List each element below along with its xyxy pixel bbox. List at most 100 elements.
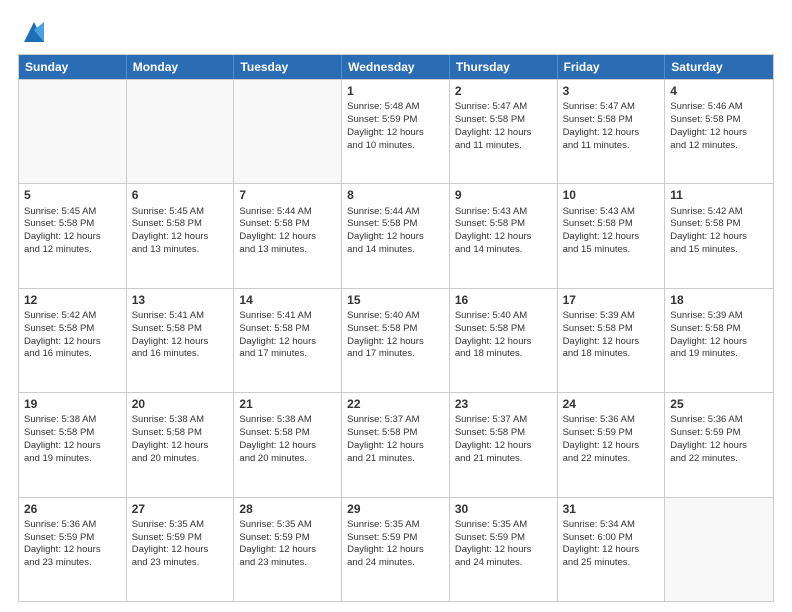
- day-number: 28: [239, 501, 336, 517]
- calendar-header-row: SundayMondayTuesdayWednesdayThursdayFrid…: [19, 55, 773, 79]
- cal-cell: 12 Sunrise: 5:42 AM Sunset: 5:58 PM Dayli…: [19, 289, 127, 392]
- day-info: Sunrise: 5:42 AM Sunset: 5:58 PM Dayligh…: [670, 206, 747, 255]
- logo: [18, 18, 48, 46]
- logo-icon: [20, 18, 48, 46]
- day-info: Sunrise: 5:47 AM Sunset: 5:58 PM Dayligh…: [563, 101, 640, 150]
- calendar: SundayMondayTuesdayWednesdayThursdayFrid…: [18, 54, 774, 602]
- day-number: 11: [670, 187, 768, 203]
- day-number: 10: [563, 187, 660, 203]
- day-number: 26: [24, 501, 121, 517]
- cal-cell: 5 Sunrise: 5:45 AM Sunset: 5:58 PM Daylig…: [19, 184, 127, 287]
- day-info: Sunrise: 5:45 AM Sunset: 5:58 PM Dayligh…: [132, 206, 209, 255]
- day-info: Sunrise: 5:42 AM Sunset: 5:58 PM Dayligh…: [24, 310, 101, 359]
- day-info: Sunrise: 5:45 AM Sunset: 5:58 PM Dayligh…: [24, 206, 101, 255]
- cal-cell: [19, 80, 127, 183]
- day-info: Sunrise: 5:39 AM Sunset: 5:58 PM Dayligh…: [670, 310, 747, 359]
- cal-cell: 21 Sunrise: 5:38 AM Sunset: 5:58 PM Dayli…: [234, 393, 342, 496]
- day-info: Sunrise: 5:39 AM Sunset: 5:58 PM Dayligh…: [563, 310, 640, 359]
- col-header-sunday: Sunday: [19, 55, 127, 79]
- col-header-friday: Friday: [558, 55, 666, 79]
- day-info: Sunrise: 5:35 AM Sunset: 5:59 PM Dayligh…: [347, 519, 424, 568]
- day-info: Sunrise: 5:44 AM Sunset: 5:58 PM Dayligh…: [347, 206, 424, 255]
- cal-cell: 15Sunrise: 5:40 AM Sunset: 5:58 PM Dayli…: [342, 289, 450, 392]
- cal-cell: 18 Sunrise: 5:39 AM Sunset: 5:58 PM Dayli…: [665, 289, 773, 392]
- day-info: Sunrise: 5:44 AM Sunset: 5:58 PM Dayligh…: [239, 206, 316, 255]
- cal-cell: 23 Sunrise: 5:37 AM Sunset: 5:58 PM Dayli…: [450, 393, 558, 496]
- day-number: 7: [239, 187, 336, 203]
- day-number: 18: [670, 292, 768, 308]
- day-number: 5: [24, 187, 121, 203]
- day-info: Sunrise: 5:36 AM Sunset: 5:59 PM Dayligh…: [670, 414, 747, 463]
- cal-row-3: 12 Sunrise: 5:42 AM Sunset: 5:58 PM Dayli…: [19, 288, 773, 392]
- cal-row-4: 19Sunrise: 5:38 AM Sunset: 5:58 PM Dayli…: [19, 392, 773, 496]
- day-number: 2: [455, 83, 552, 99]
- day-info: Sunrise: 5:46 AM Sunset: 5:58 PM Dayligh…: [670, 101, 747, 150]
- col-header-wednesday: Wednesday: [342, 55, 450, 79]
- page: SundayMondayTuesdayWednesdayThursdayFrid…: [0, 0, 792, 612]
- col-header-monday: Monday: [127, 55, 235, 79]
- cal-cell: 30 Sunrise: 5:35 AM Sunset: 5:59 PM Dayli…: [450, 498, 558, 601]
- day-number: 6: [132, 187, 229, 203]
- day-info: Sunrise: 5:40 AM Sunset: 5:58 PM Dayligh…: [455, 310, 532, 359]
- day-number: 25: [670, 396, 768, 412]
- cal-cell: 2 Sunrise: 5:47 AM Sunset: 5:58 PM Daylig…: [450, 80, 558, 183]
- calendar-body: 1 Sunrise: 5:48 AM Sunset: 5:59 PM Daylig…: [19, 79, 773, 601]
- day-info: Sunrise: 5:38 AM Sunset: 5:58 PM Dayligh…: [239, 414, 316, 463]
- cal-cell: 28 Sunrise: 5:35 AM Sunset: 5:59 PM Dayli…: [234, 498, 342, 601]
- day-number: 8: [347, 187, 444, 203]
- cal-cell: 1 Sunrise: 5:48 AM Sunset: 5:59 PM Daylig…: [342, 80, 450, 183]
- day-number: 23: [455, 396, 552, 412]
- cal-cell: 16 Sunrise: 5:40 AM Sunset: 5:58 PM Dayli…: [450, 289, 558, 392]
- day-info: Sunrise: 5:34 AM Sunset: 6:00 PM Dayligh…: [563, 519, 640, 568]
- day-number: 22: [347, 396, 444, 412]
- cal-row-1: 1 Sunrise: 5:48 AM Sunset: 5:59 PM Daylig…: [19, 79, 773, 183]
- day-number: 14: [239, 292, 336, 308]
- cal-cell: 27Sunrise: 5:35 AM Sunset: 5:59 PM Dayli…: [127, 498, 235, 601]
- cal-cell: 29 Sunrise: 5:35 AM Sunset: 5:59 PM Dayli…: [342, 498, 450, 601]
- cal-cell: 24Sunrise: 5:36 AM Sunset: 5:59 PM Dayli…: [558, 393, 666, 496]
- day-info: Sunrise: 5:35 AM Sunset: 5:59 PM Dayligh…: [239, 519, 316, 568]
- cal-cell: 14 Sunrise: 5:41 AM Sunset: 5:58 PM Dayli…: [234, 289, 342, 392]
- cal-cell: 13 Sunrise: 5:41 AM Sunset: 5:58 PM Dayli…: [127, 289, 235, 392]
- cal-cell: 31 Sunrise: 5:34 AM Sunset: 6:00 PM Dayli…: [558, 498, 666, 601]
- cal-cell: 17 Sunrise: 5:39 AM Sunset: 5:58 PM Dayli…: [558, 289, 666, 392]
- day-number: 17: [563, 292, 660, 308]
- day-info: Sunrise: 5:41 AM Sunset: 5:58 PM Dayligh…: [239, 310, 316, 359]
- cal-cell: 6 Sunrise: 5:45 AM Sunset: 5:58 PM Daylig…: [127, 184, 235, 287]
- day-number: 15: [347, 292, 444, 308]
- day-number: 1: [347, 83, 444, 99]
- cal-cell: 26 Sunrise: 5:36 AM Sunset: 5:59 PM Dayli…: [19, 498, 127, 601]
- day-number: 16: [455, 292, 552, 308]
- cal-cell: 10 Sunrise: 5:43 AM Sunset: 5:58 PM Dayli…: [558, 184, 666, 287]
- cal-cell: 8 Sunrise: 5:44 AM Sunset: 5:58 PM Daylig…: [342, 184, 450, 287]
- day-number: 9: [455, 187, 552, 203]
- cal-cell: 20Sunrise: 5:38 AM Sunset: 5:58 PM Dayli…: [127, 393, 235, 496]
- col-header-saturday: Saturday: [665, 55, 773, 79]
- cal-cell: [665, 498, 773, 601]
- day-number: 30: [455, 501, 552, 517]
- day-info: Sunrise: 5:37 AM Sunset: 5:58 PM Dayligh…: [455, 414, 532, 463]
- day-number: 13: [132, 292, 229, 308]
- col-header-thursday: Thursday: [450, 55, 558, 79]
- day-info: Sunrise: 5:38 AM Sunset: 5:58 PM Dayligh…: [24, 414, 101, 463]
- cal-cell: 22Sunrise: 5:37 AM Sunset: 5:58 PM Dayli…: [342, 393, 450, 496]
- cal-row-5: 26 Sunrise: 5:36 AM Sunset: 5:59 PM Dayli…: [19, 497, 773, 601]
- day-info: Sunrise: 5:43 AM Sunset: 5:58 PM Dayligh…: [563, 206, 640, 255]
- day-info: Sunrise: 5:48 AM Sunset: 5:59 PM Dayligh…: [347, 101, 424, 150]
- day-number: 29: [347, 501, 444, 517]
- day-number: 3: [563, 83, 660, 99]
- day-info: Sunrise: 5:36 AM Sunset: 5:59 PM Dayligh…: [563, 414, 640, 463]
- day-info: Sunrise: 5:47 AM Sunset: 5:58 PM Dayligh…: [455, 101, 532, 150]
- cal-cell: 3 Sunrise: 5:47 AM Sunset: 5:58 PM Daylig…: [558, 80, 666, 183]
- day-number: 20: [132, 396, 229, 412]
- day-number: 12: [24, 292, 121, 308]
- day-info: Sunrise: 5:35 AM Sunset: 5:59 PM Dayligh…: [455, 519, 532, 568]
- col-header-tuesday: Tuesday: [234, 55, 342, 79]
- day-info: Sunrise: 5:41 AM Sunset: 5:58 PM Dayligh…: [132, 310, 209, 359]
- cal-cell: 11 Sunrise: 5:42 AM Sunset: 5:58 PM Dayli…: [665, 184, 773, 287]
- day-info: Sunrise: 5:36 AM Sunset: 5:59 PM Dayligh…: [24, 519, 101, 568]
- day-number: 31: [563, 501, 660, 517]
- day-number: 21: [239, 396, 336, 412]
- day-number: 27: [132, 501, 229, 517]
- cal-cell: [127, 80, 235, 183]
